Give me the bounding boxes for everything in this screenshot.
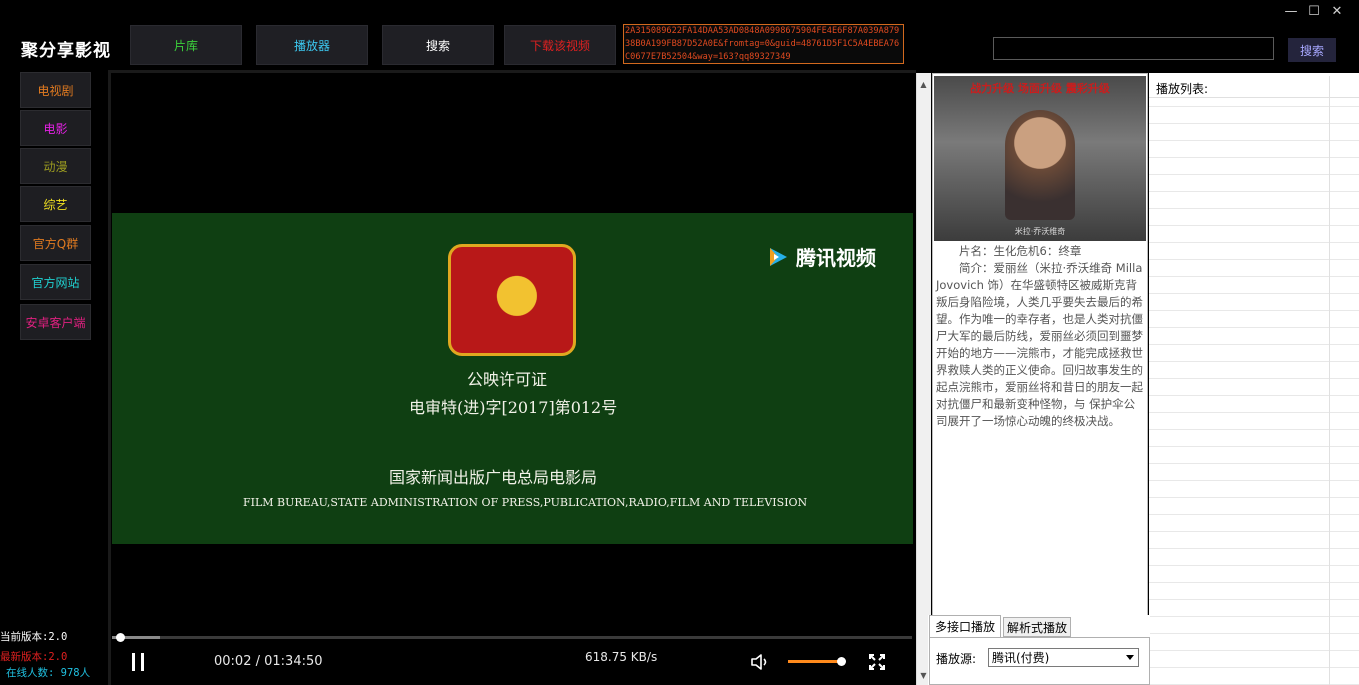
poster-figure xyxy=(1005,110,1075,220)
sidebar-item-label: 电影 xyxy=(43,121,68,136)
playlist[interactable] xyxy=(1149,73,1359,685)
app-title: 聚分享影视 xyxy=(21,41,111,61)
nav-search-button[interactable]: 搜索 xyxy=(382,25,494,65)
movie-title-line: 片名：生化危机6：终章 xyxy=(959,244,1082,258)
sidebar-item-label: 电视剧 xyxy=(37,83,74,98)
nav-player-label: 播放器 xyxy=(293,38,330,53)
nav-library-button[interactable]: 片库 xyxy=(130,25,242,65)
search-button[interactable]: 搜索 xyxy=(1288,38,1336,62)
total-time: 01:34:50 xyxy=(264,654,323,669)
sidebar-item-tv-series[interactable]: 电视剧 xyxy=(20,72,91,108)
poster-tagline: 战力升级 场面升级 震彩升级 xyxy=(970,82,1110,95)
sidebar-item-variety[interactable]: 综艺 xyxy=(20,186,91,222)
tab-parse-play[interactable]: 解析式播放 xyxy=(1003,617,1071,637)
tencent-watermark-text: 腾讯视频 xyxy=(796,246,876,270)
sidebar-item-label: 安卓客户端 xyxy=(25,315,86,330)
search-input[interactable] xyxy=(993,37,1274,60)
license-number: 电审特(进)字[2017]第012号 xyxy=(409,398,618,417)
pause-icon[interactable] xyxy=(130,652,146,672)
current-version-text: 当前版本:2.0 xyxy=(0,631,68,643)
tencent-play-icon xyxy=(770,247,787,266)
source-select-value: 腾讯(付费) xyxy=(992,651,1050,665)
nav-search-label: 搜索 xyxy=(425,38,450,53)
sidebar-item-label: 官方Q群 xyxy=(32,236,79,251)
bureau-name-cn: 国家新闻出版广电总局电影局 xyxy=(389,468,598,487)
time-separator: / xyxy=(251,654,265,669)
minimize-icon[interactable]: — xyxy=(1283,4,1299,20)
poster-caption: 米拉·乔沃维奇 xyxy=(1014,227,1066,236)
sidebar-item-label: 综艺 xyxy=(43,197,68,212)
sidebar-item-website[interactable]: 官方网站 xyxy=(20,264,91,300)
volume-handle[interactable] xyxy=(837,657,846,666)
sidebar-item-label: 动漫 xyxy=(43,159,68,174)
bureau-name-en: FILM BUREAU,STATE ADMINISTRATION OF PRES… xyxy=(243,496,808,509)
chevron-down-icon xyxy=(1126,655,1134,660)
playlist-title: 播放列表: xyxy=(1156,82,1209,96)
movie-synopsis: 简介：爱丽丝（米拉·乔沃维奇 Milla Jovovich 饰）在华盛顿特区被威… xyxy=(936,261,1143,428)
video-url-hash: 2A315089622FA14DAA53AD0848A0998675904FE4… xyxy=(623,24,904,64)
download-video-label: 下载该视频 xyxy=(529,38,590,53)
tencent-video-watermark: 腾讯视频 xyxy=(766,242,876,271)
progress-handle[interactable] xyxy=(116,633,125,642)
download-speed: 618.75 KB/s xyxy=(585,650,658,664)
nav-library-label: 片库 xyxy=(173,38,198,53)
license-title: 公映许可证 xyxy=(467,370,548,389)
maximize-icon[interactable]: ☐ xyxy=(1306,4,1322,20)
source-label: 播放源: xyxy=(936,652,977,666)
progress-track[interactable] xyxy=(112,636,912,639)
volume-icon[interactable] xyxy=(750,652,770,672)
time-display: 00:02 / 01:34:50 xyxy=(214,654,323,669)
download-video-button[interactable]: 下载该视频 xyxy=(504,25,616,65)
sidebar-item-anime[interactable]: 动漫 xyxy=(20,148,91,184)
volume-slider[interactable] xyxy=(788,660,842,663)
close-icon[interactable]: ✕ xyxy=(1329,4,1345,20)
source-select[interactable]: 腾讯(付费) xyxy=(988,648,1139,667)
scroll-up-icon[interactable]: ▲ xyxy=(916,76,931,92)
scrollbar[interactable] xyxy=(916,73,931,685)
movie-description: 片名：生化危机6：终章 简介：爱丽丝（米拉·乔沃维奇 Milla Jovovic… xyxy=(936,243,1144,430)
current-time: 00:02 xyxy=(214,654,252,669)
playlist-column-divider xyxy=(1329,76,1330,685)
sidebar-item-qq-group[interactable]: 官方Q群 xyxy=(20,225,91,261)
latest-version-text: 最新版本:2.0 xyxy=(0,651,68,663)
online-count-text: 在线人数: 978人 xyxy=(6,667,91,679)
film-bureau-logo xyxy=(448,244,576,356)
sidebar-item-movies[interactable]: 电影 xyxy=(20,110,91,146)
sidebar-item-label: 官方网站 xyxy=(31,275,80,290)
sidebar-item-android-client[interactable]: 安卓客户端 xyxy=(20,304,91,340)
tab-multi-interface[interactable]: 多接口播放 xyxy=(929,615,1001,637)
nav-player-button[interactable]: 播放器 xyxy=(256,25,368,65)
fullscreen-icon[interactable] xyxy=(868,653,886,671)
